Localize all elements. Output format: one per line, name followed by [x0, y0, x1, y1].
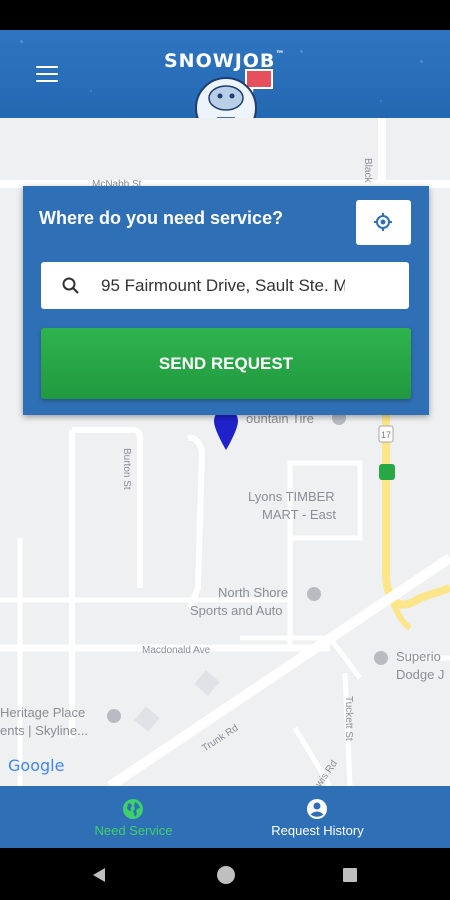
street-label: Macdonald Ave: [142, 645, 211, 656]
my-location-button[interactable]: [356, 200, 411, 245]
tab-request-history[interactable]: Request History: [205, 786, 430, 848]
system-navigation-bar: [0, 848, 450, 900]
card-title: Where do you need service?: [39, 208, 284, 228]
google-attribution: Google: [8, 756, 65, 775]
place-label: Superio: [396, 649, 441, 664]
address-input[interactable]: [101, 270, 345, 301]
yeti-mascot-icon: [195, 69, 273, 118]
status-bar: [0, 0, 450, 30]
place-label: North Shore: [218, 585, 289, 600]
bottom-navigation: Need Service Request History: [0, 786, 450, 848]
service-request-card: Where do you need service? SEND REQUEST: [23, 186, 429, 415]
app-header: SNOWJOB™: [0, 30, 450, 118]
send-request-button[interactable]: SEND REQUEST: [41, 328, 411, 399]
place-label: Heritage Place: [0, 705, 86, 720]
recents-icon[interactable]: [342, 867, 358, 883]
my-location-icon: [374, 213, 392, 231]
car-dealer-poi-icon: [374, 651, 388, 665]
account-circle-icon: [307, 799, 327, 819]
hamburger-menu-icon[interactable]: [36, 66, 58, 82]
search-icon: [62, 277, 79, 294]
back-icon[interactable]: [91, 867, 107, 883]
tab-label: Request History: [271, 823, 364, 838]
home-icon[interactable]: [216, 865, 236, 885]
place-label: Dodge J: [396, 667, 445, 682]
place-label: ents | Skyline...: [0, 723, 88, 738]
location-poi-icon: [107, 709, 121, 723]
street-label: Tuckett St: [343, 696, 354, 741]
shopping-poi-icon: [307, 587, 321, 601]
address-search-field[interactable]: [41, 262, 409, 309]
app-logo: SNOWJOB™: [160, 48, 290, 118]
highway-shield-label: 17: [381, 430, 392, 440]
street-label: Burton St: [121, 448, 132, 490]
globe-icon: [123, 799, 143, 819]
place-label: Sports and Auto: [190, 603, 283, 618]
place-label: Lyons TIMBER: [248, 489, 335, 504]
place-label: MART - East: [262, 507, 336, 522]
